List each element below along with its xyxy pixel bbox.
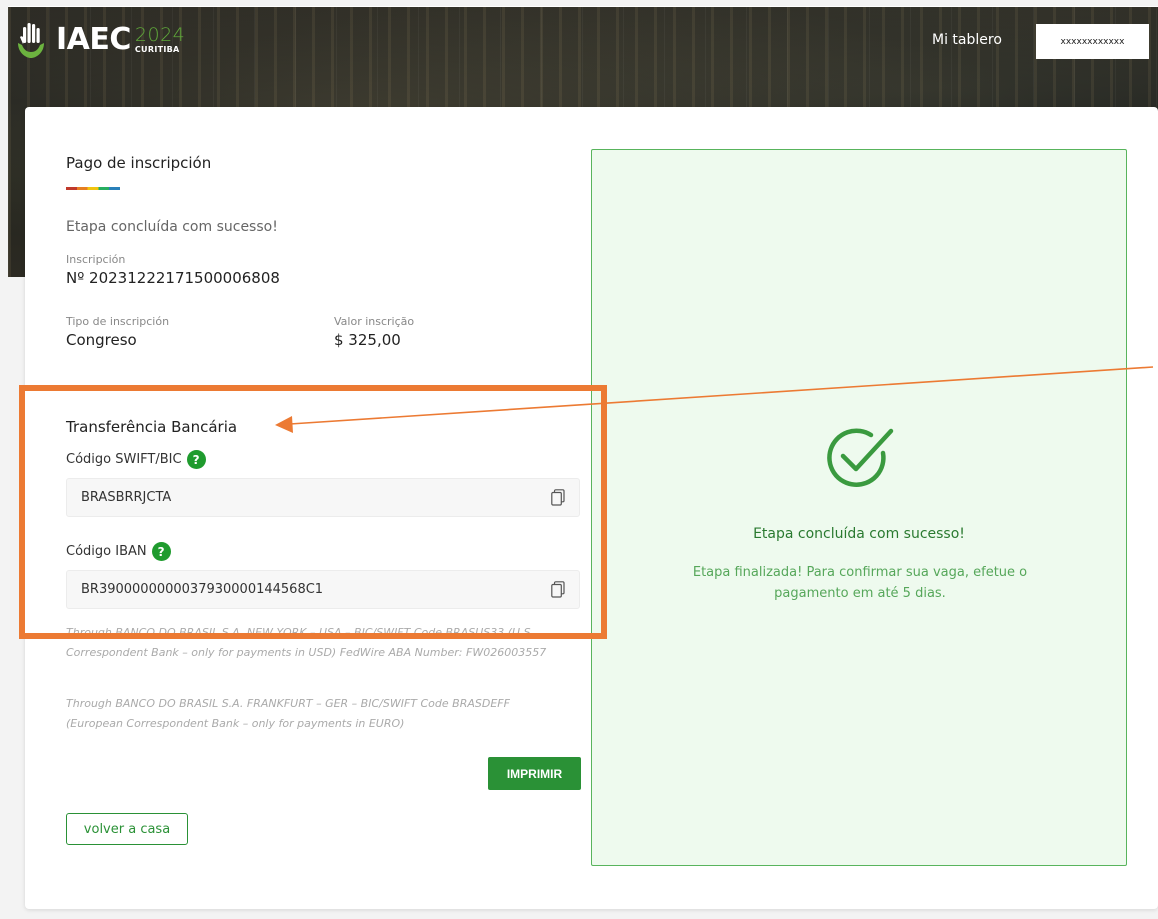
swift-code-value: BRASBRRJCTA: [81, 490, 172, 505]
type-block: Tipo de inscripción Congreso: [66, 315, 169, 349]
success-title: Etapa concluída com sucesso!: [753, 526, 965, 542]
status-text: Etapa concluída com sucesso!: [66, 219, 278, 235]
logo-year: 2024: [134, 24, 186, 46]
amount-label: Valor inscrição: [334, 315, 415, 328]
payment-card: Pago de inscripción Etapa concluída com …: [25, 107, 1158, 909]
success-panel: Etapa concluída com sucesso! Etapa final…: [591, 149, 1127, 866]
bank-transfer-title: Transferência Bancária: [66, 418, 238, 436]
correspondent-note-euro: Through BANCO DO BRASIL S.A. FRANKFURT –…: [66, 697, 510, 730]
print-button[interactable]: IMPRIMIR: [488, 757, 581, 790]
logo-city: CURITIBA: [134, 45, 180, 54]
iban-code-value: BR3900000000037930000144568C1: [81, 582, 324, 597]
iban-label: Código IBAN ?: [66, 542, 171, 561]
amount-value: $ 325,00: [334, 331, 401, 349]
logo-sub: 2024 CURITIBA: [135, 26, 185, 54]
swift-label-text: Código SWIFT/BIC: [66, 452, 182, 467]
swift-code-field[interactable]: BRASBRRJCTA: [66, 478, 580, 517]
copy-icon[interactable]: [551, 581, 565, 598]
correspondent-note-usd: Through BANCO DO BRASIL S.A. NEW YORK – …: [66, 626, 547, 659]
logo-hands-icon: [18, 23, 44, 58]
logo-text: IAEC: [56, 22, 131, 57]
page-title: Pago de inscripción: [66, 154, 212, 172]
type-value: Congreso: [66, 331, 137, 349]
user-menu[interactable]: xxxxxxxxxxxx: [1036, 24, 1149, 59]
check-circle-icon: [827, 428, 894, 487]
inscription-label: Inscripción: [66, 253, 126, 266]
help-icon[interactable]: ?: [186, 450, 206, 469]
success-message: Etapa finalizada! Para confirmar sua vag…: [692, 565, 1028, 601]
inscription-number: Nº 20231222171500006808: [66, 269, 280, 287]
iban-code-field[interactable]: BR3900000000037930000144568C1: [66, 570, 580, 609]
inscription-block: Inscripción Nº 20231222171500006808: [66, 253, 280, 287]
section-divider: [66, 387, 580, 388]
iban-label-text: Código IBAN: [66, 544, 147, 559]
title-underline: [66, 187, 120, 190]
back-home-button[interactable]: volver a casa: [66, 813, 188, 845]
copy-icon[interactable]: [551, 489, 565, 506]
nav-dashboard-link[interactable]: Mi tablero: [932, 32, 1002, 48]
type-label: Tipo de inscripción: [66, 315, 170, 328]
swift-label: Código SWIFT/BIC ?: [66, 450, 206, 469]
help-icon[interactable]: ?: [151, 542, 171, 561]
amount-block: Valor inscrição $ 325,00: [334, 315, 414, 349]
logo[interactable]: IAEC 2024 CURITIBA: [14, 20, 185, 60]
